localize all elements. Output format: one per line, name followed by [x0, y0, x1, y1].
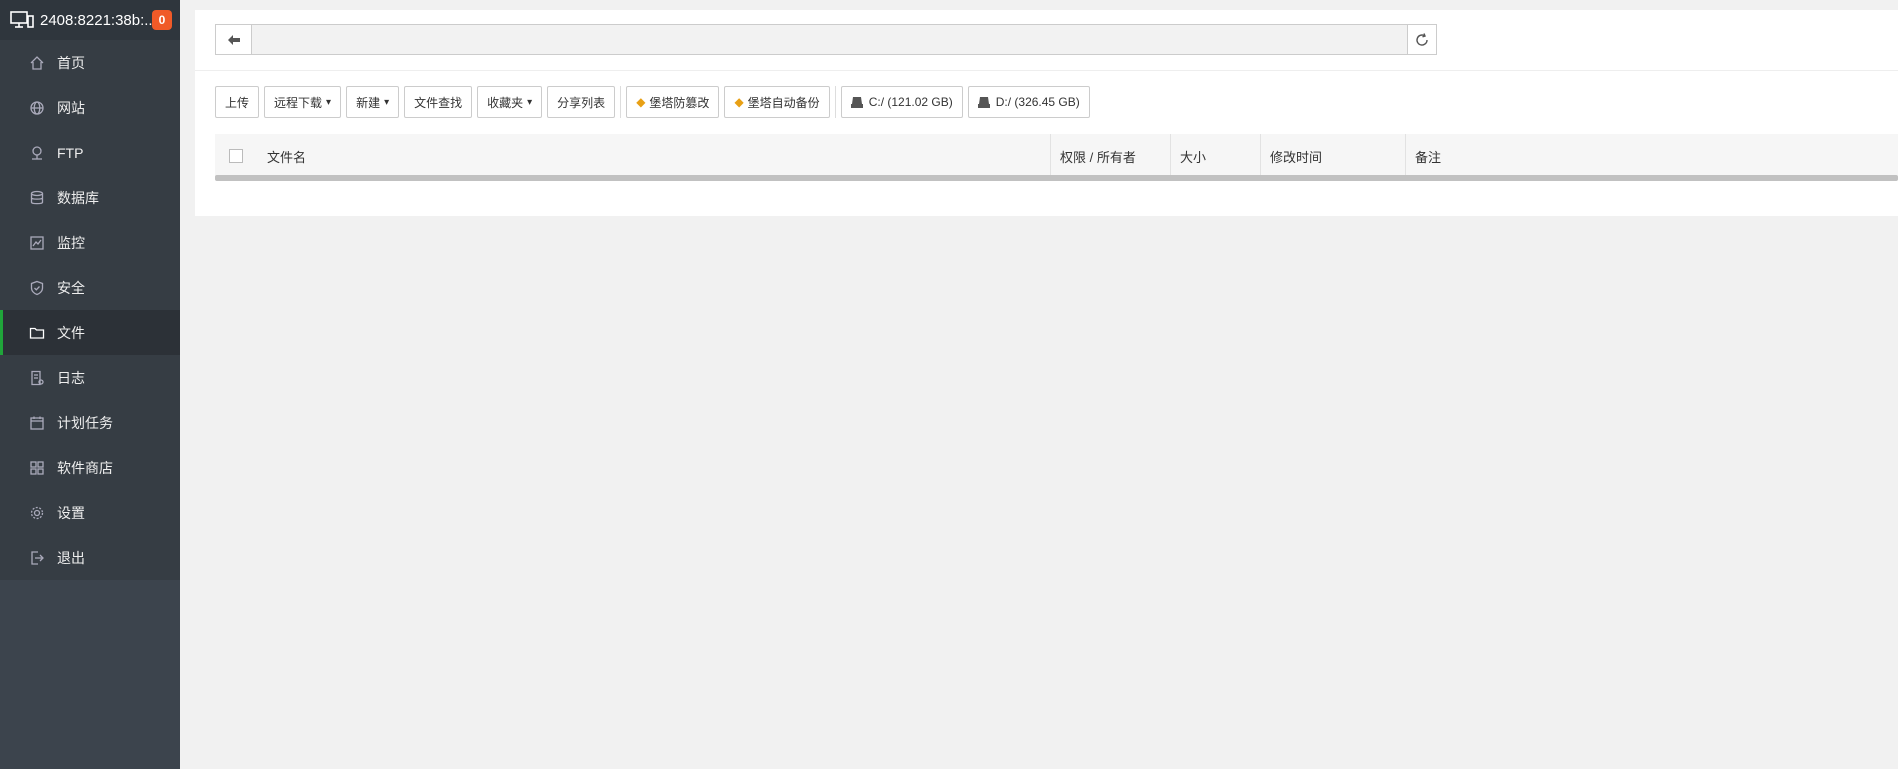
log-icon: [29, 370, 45, 386]
logout-icon: [29, 550, 45, 566]
sidebar-item-label: 文件: [57, 324, 85, 341]
sidebar-item-label: 设置: [57, 504, 85, 521]
share-list-button[interactable]: 分享列表: [547, 86, 616, 118]
sidebar-item-database[interactable]: 数据库: [0, 175, 180, 220]
chevron-down-icon: ▾: [384, 96, 390, 108]
tamper-proof-button[interactable]: ◆ 堡塔防篡改: [626, 86, 720, 118]
sidebar-item-site[interactable]: 网站: [0, 85, 180, 130]
sidebar-item-monitor[interactable]: 监控: [0, 220, 180, 265]
column-permission[interactable]: 权限 / 所有者: [1050, 134, 1170, 178]
sidebar-item-label: 计划任务: [57, 414, 113, 431]
sidebar-item-home[interactable]: 首页: [0, 40, 180, 85]
sidebar-item-files[interactable]: 文件: [0, 310, 180, 355]
file-search-label: 文件查找: [414, 95, 463, 110]
disk-icon: [850, 96, 863, 108]
horizontal-scrollbar[interactable]: [215, 175, 1898, 181]
sidebar-nav: 首页 网站 FTP 数据库 监控 安全 文件 日志 计划任务 软件商店 设置 退…: [0, 40, 180, 580]
chevron-down-icon: ▾: [326, 96, 332, 108]
home-icon: [29, 55, 45, 71]
back-button[interactable]: [216, 25, 252, 54]
remote-download-button[interactable]: 远程下载 ▾: [264, 86, 342, 118]
sidebar-item-store[interactable]: 软件商店: [0, 445, 180, 490]
ftp-icon: [29, 145, 45, 161]
disk-c-label: C:/ (121.02 GB): [868, 95, 953, 109]
sidebar-item-logout[interactable]: 退出: [0, 535, 180, 580]
sidebar-item-label: 监控: [57, 234, 85, 251]
tamper-proof-label: 堡塔防篡改: [649, 95, 710, 110]
server-monitor-icon: [10, 11, 34, 28]
remote-download-label: 远程下载: [274, 95, 323, 110]
folder-icon: [29, 325, 45, 341]
diamond-icon: ◆: [734, 95, 744, 109]
sidebar-item-settings[interactable]: 设置: [0, 490, 180, 535]
server-host[interactable]: 2408:8221:38b:...: [40, 12, 158, 29]
sidebar-header: 2408:8221:38b:... 0: [0, 0, 180, 40]
grid-icon: [29, 460, 45, 476]
arrow-left-icon: [227, 34, 240, 45]
chevron-down-icon: ▾: [527, 96, 533, 108]
sidebar-item-label: 软件商店: [57, 459, 113, 476]
auto-backup-button[interactable]: ◆ 堡塔自动备份: [724, 86, 830, 118]
refresh-button[interactable]: [1407, 25, 1436, 54]
sidebar-item-label: 日志: [57, 369, 85, 386]
database-icon: [29, 190, 45, 206]
sidebar-item-ftp[interactable]: FTP: [0, 130, 180, 175]
new-label: 新建: [356, 95, 381, 110]
share-list-label: 分享列表: [557, 95, 606, 110]
sidebar-item-label: 退出: [57, 549, 85, 566]
sidebar-item-label: 数据库: [57, 189, 99, 206]
column-note[interactable]: 备注: [1405, 134, 1898, 178]
disk-d-label: D:/ (326.45 GB): [995, 95, 1080, 109]
disk-c-button[interactable]: C:/ (121.02 GB): [840, 86, 963, 118]
globe-icon: [29, 100, 45, 116]
toolbar-separator: [620, 86, 622, 118]
notification-badge[interactable]: 0: [152, 10, 172, 30]
new-button[interactable]: 新建 ▾: [346, 86, 400, 118]
sidebar-item-label: 首页: [57, 54, 85, 71]
sidebar-item-crontab[interactable]: 计划任务: [0, 400, 180, 445]
select-all-checkbox[interactable]: [229, 149, 243, 163]
file-manager-panel: 上传 远程下载 ▾ 新建 ▾ 文件查找 收藏夹 ▾ 分享列表 ◆ 堡塔防篡改 ◆ 堡塔自动…: [195, 10, 1898, 216]
sidebar-item-logs[interactable]: 日志: [0, 355, 180, 400]
sidebar-item-label: 安全: [57, 279, 85, 296]
file-toolbar: 上传 远程下载 ▾ 新建 ▾ 文件查找 收藏夹 ▾ 分享列表 ◆ 堡塔防篡改 ◆ 堡塔自动…: [215, 86, 1095, 118]
disk-d-button[interactable]: D:/ (326.45 GB): [967, 86, 1090, 118]
shield-icon: [29, 280, 45, 296]
favorites-button[interactable]: 收藏夹 ▾: [477, 86, 543, 118]
upload-label: 上传: [225, 95, 250, 110]
refresh-icon: [1416, 32, 1428, 46]
sidebar: 2408:8221:38b:... 0 首页 网站 FTP 数据库 监控 安全: [0, 0, 180, 769]
file-search-button[interactable]: 文件查找: [404, 86, 473, 118]
path-input[interactable]: [252, 25, 1407, 54]
calendar-icon: [29, 415, 45, 431]
auto-backup-label: 堡塔自动备份: [747, 95, 820, 110]
favorites-label: 收藏夹: [487, 95, 524, 110]
upload-button[interactable]: 上传: [215, 86, 260, 118]
path-bar: [215, 24, 1437, 55]
column-name[interactable]: 文件名: [267, 134, 1050, 178]
monitor-icon: [29, 235, 45, 251]
column-size[interactable]: 大小: [1170, 134, 1260, 178]
disk-icon: [977, 96, 990, 108]
divider: [195, 70, 1898, 71]
file-table-header: 文件名 权限 / 所有者 大小 修改时间 备注: [215, 134, 1898, 178]
sidebar-item-label: FTP: [57, 144, 84, 161]
gear-icon: [29, 505, 45, 521]
sidebar-item-label: 网站: [57, 99, 85, 116]
diamond-icon: ◆: [636, 95, 646, 109]
column-mtime[interactable]: 修改时间: [1260, 134, 1405, 178]
toolbar-separator: [834, 86, 836, 118]
sidebar-item-security[interactable]: 安全: [0, 265, 180, 310]
